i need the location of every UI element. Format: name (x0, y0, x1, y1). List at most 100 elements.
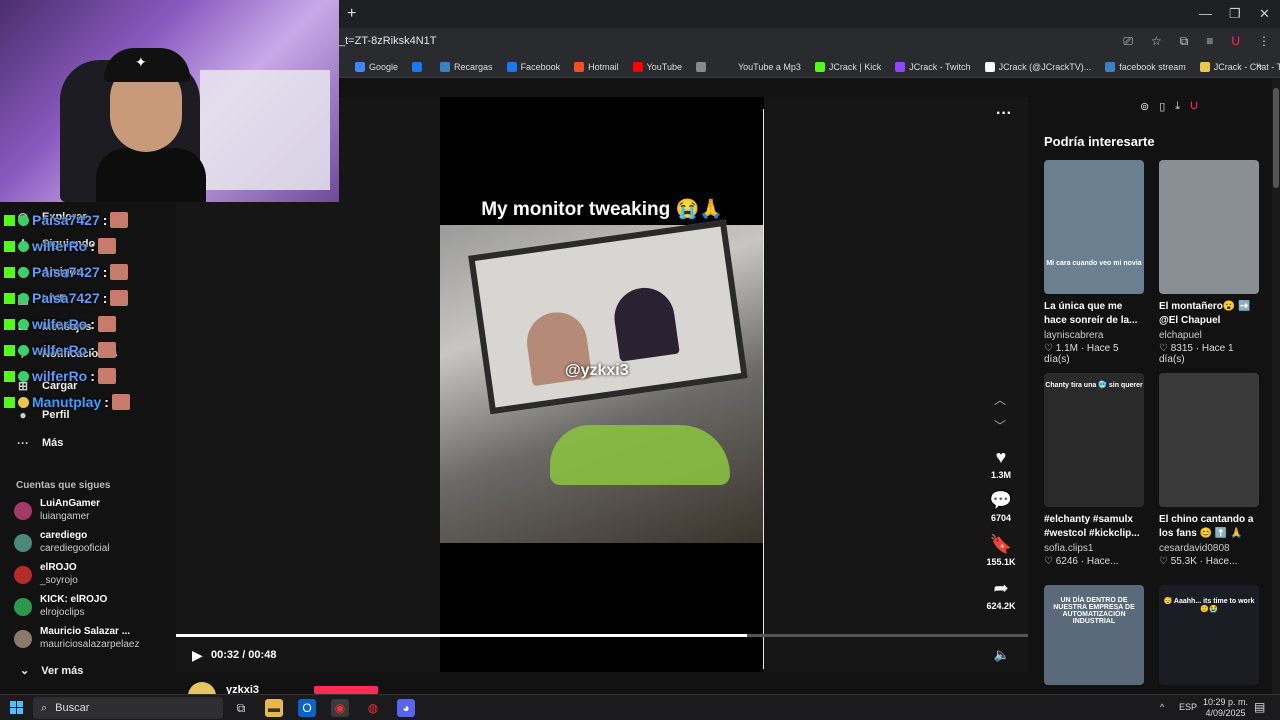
comment-button[interactable]: 💬 6704 (986, 490, 1016, 523)
bookmark-item[interactable]: JCrack | Kick (814, 61, 882, 72)
bookmark-favicon-icon (412, 61, 423, 72)
previous-video-icon[interactable]: ︿ (994, 391, 1006, 408)
bookmark-item[interactable]: Google (355, 61, 398, 72)
bookmark-item[interactable]: JCrack - Twitch (895, 61, 971, 72)
recommendation-card[interactable]: Mi cara cuando veo mi novia La única que … (1044, 160, 1144, 365)
clock[interactable]: 10:29 p. m. 4/09/2025 (1203, 697, 1248, 719)
download-icon[interactable]: ⤓ (1175, 100, 1180, 113)
next-video-icon[interactable]: ﹀ (994, 417, 1006, 434)
tray-chevron-icon[interactable]: ^ (1160, 702, 1164, 712)
recommendation-card[interactable]: UN DÍA DENTRO DE NUESTRA EMPRESA DE AUTO… (1044, 585, 1144, 685)
streamer-body-image (96, 148, 206, 202)
cast-icon[interactable]: ⎚ (1123, 34, 1133, 49)
chat-message: wilferRo: (4, 238, 116, 254)
browser-menu-icon[interactable]: ⋮ (1258, 34, 1270, 49)
scrollbar-thumb[interactable] (1273, 88, 1279, 188)
video-thumbnail[interactable] (1159, 160, 1259, 294)
share-button[interactable]: ➦ 624.2K (986, 578, 1016, 611)
chat-message: Paisa7427: (4, 264, 129, 280)
bookmark-item[interactable]: facebook stream (1105, 61, 1186, 72)
discord-icon[interactable]: ◕ (397, 699, 415, 717)
emote-icon (97, 316, 116, 332)
address-bar[interactable]: _t=ZT-8zRiksk4N1T (339, 35, 437, 47)
following-account[interactable]: LuiAnGamer luiangamer (14, 498, 100, 523)
like-count: 1.3M (990, 470, 1011, 480)
sidebar-item[interactable]: ··· Más (16, 436, 63, 450)
progress-bar[interactable] (176, 634, 1028, 637)
video-frame[interactable]: @yzkxi3 (440, 219, 764, 543)
media-icon[interactable]: ≡ (1206, 34, 1213, 49)
volume-icon[interactable]: 🔈 (994, 647, 1010, 663)
cap-image (104, 48, 190, 82)
recommendation-card[interactable]: 😴 Aaahh... its time to work 🙂😭 (1159, 585, 1259, 685)
new-tab-button[interactable]: + (347, 5, 356, 23)
video-thumbnail[interactable] (1159, 373, 1259, 507)
bookmarks-overflow-icon[interactable]: » (1256, 60, 1262, 72)
avatar (14, 534, 32, 552)
page-scrollbar[interactable] (1272, 78, 1280, 694)
follow-button[interactable] (314, 686, 378, 694)
obs-icon[interactable]: ◍ (364, 699, 382, 717)
following-account[interactable]: Mauricio Salazar ... mauriciosalazarpelae… (14, 626, 140, 651)
sidebar-item[interactable]: ● Perfil (16, 408, 69, 422)
bookmark-item[interactable]: YouTube (632, 61, 682, 72)
play-button[interactable]: ▶ (192, 647, 203, 664)
following-account[interactable]: carediego carediegooficial (14, 530, 110, 555)
chevron-down-icon: ⌄ (20, 665, 30, 677)
toolbar-icons: ⎚ ☆ ⧉ ≡ U ⋮ (1123, 34, 1270, 49)
notification-icon[interactable]: ▤ (1254, 700, 1265, 714)
card-title: El chino cantando a los fans 😊 ⬆️ 🙏🙌... (1159, 514, 1254, 539)
minimize-button[interactable]: — (1199, 6, 1212, 21)
more-options-icon[interactable]: ··· (996, 105, 1012, 123)
bookmark-item[interactable]: Hotmail (574, 61, 619, 72)
phone-icon[interactable]: ▯ (1159, 100, 1165, 113)
maximize-button[interactable]: ❐ (1229, 6, 1241, 22)
avatar (14, 502, 32, 520)
following-account[interactable]: KICK: elROJO elrojoclips (14, 594, 107, 619)
save-count: 155.1K (986, 557, 1016, 567)
extensions-icon[interactable]: ⧉ (1180, 34, 1189, 49)
bookmark-favicon-icon (1105, 61, 1116, 72)
extension-u-icon[interactable]: U (1190, 100, 1198, 113)
sub-badge-icon (18, 344, 29, 356)
video-thumbnail[interactable]: Mi cara cuando veo mi novia (1044, 160, 1144, 294)
extension-u-icon[interactable]: U (1231, 34, 1240, 49)
bookmark-label: JCrack | Kick (828, 61, 882, 72)
clock-time: 10:29 p. m. (1203, 697, 1249, 707)
bookmark-item[interactable] (412, 61, 426, 72)
recommendation-card[interactable]: El montañero😮 ➡️ @El Chapuel oficial... e… (1159, 160, 1259, 365)
taskbar-search[interactable]: ⌕ Buscar (33, 697, 223, 719)
comment-count: 6704 (990, 513, 1012, 523)
star-icon[interactable]: ☆ (1151, 34, 1162, 49)
recommendation-card[interactable]: Chanty tira una 🥶 sin querer #elchanty #s… (1044, 373, 1144, 567)
see-more-button[interactable]: ⌄ Ver más (20, 664, 83, 677)
bookmark-item[interactable] (695, 61, 710, 72)
recommendation-card[interactable]: El chino cantando a los fans 😊 ⬆️ 🙏🙌... c… (1159, 373, 1259, 567)
task-view-icon[interactable]: ⧉ (232, 699, 250, 717)
video-player[interactable]: My monitor tweaking 😭🙏 @yzkxi3 (440, 97, 764, 672)
close-window-button[interactable]: ✕ (1259, 6, 1270, 22)
webcam-overlay: ✦ (0, 0, 339, 202)
chat-separator: : (90, 238, 95, 254)
bookmark-favicon-icon (574, 61, 585, 72)
chrome-icon[interactable]: ◉ (331, 699, 349, 717)
kick-badge-icon (4, 396, 15, 408)
language-indicator[interactable]: ESP (1179, 702, 1197, 712)
settings-icon[interactable]: ⊚ (1140, 100, 1149, 113)
bookmark-item[interactable]: JCrack (@JCrackTV)... (984, 61, 1091, 72)
following-account[interactable]: elROJO _soyrojo (14, 562, 78, 587)
save-button[interactable]: 🔖 155.1K (986, 534, 1016, 567)
bookmark-item[interactable]: YouTube a Mp3 (723, 61, 801, 72)
windows-start-icon[interactable] (10, 701, 23, 714)
video-thumbnail[interactable]: UN DÍA DENTRO DE NUESTRA EMPRESA DE AUTO… (1044, 585, 1144, 685)
video-thumbnail[interactable]: 😴 Aaahh... its time to work 🙂😭 (1159, 585, 1259, 685)
file-explorer-icon[interactable]: ▬ (265, 699, 283, 717)
chat-username: Manutplay (32, 394, 102, 410)
video-thumbnail[interactable]: Chanty tira una 🥶 sin querer (1044, 373, 1144, 507)
like-button[interactable]: ♥ 1.3M (986, 447, 1016, 480)
bookmark-item[interactable]: Recargas (440, 61, 493, 72)
outlook-icon[interactable]: O (298, 699, 316, 717)
bookmark-item[interactable]: JCrack - Chat - Twitch (1199, 61, 1280, 72)
heart-icon: ♥ (995, 447, 1007, 467)
bookmark-item[interactable]: Facebook (506, 61, 560, 72)
